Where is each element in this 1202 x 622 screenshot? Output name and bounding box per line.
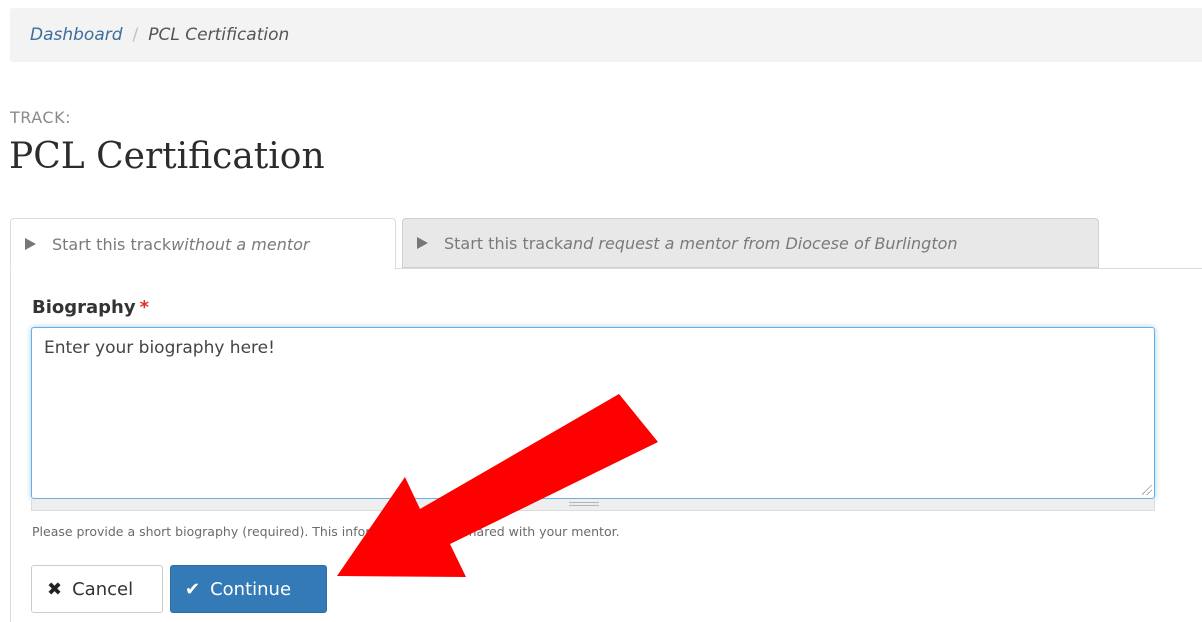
x-icon: ✖ [47,578,63,600]
track-label: TRACK: [10,108,71,127]
play-triangle-icon [25,238,36,250]
required-marker: * [139,297,150,318]
page: Dashboard / PCL Certification TRACK: PCL… [0,0,1202,622]
biography-label-text: Biography [32,297,136,318]
tab-request-mentor-emphasis: and request a mentor from Diocese of Bur… [563,233,958,253]
play-triangle-icon [417,237,428,249]
continue-button[interactable]: ✔ Continue [170,565,327,613]
continue-button-label: Continue [210,578,292,600]
breadcrumb-dashboard-link[interactable]: Dashboard [30,25,123,45]
tab-request-mentor-prefix: Start this track [444,233,564,253]
breadcrumb-current: PCL Certification [148,25,290,45]
tab-panel: Biography * Enter your biography here! Pl… [10,268,1202,622]
tab-request-mentor[interactable]: Start this track and request a mentor fr… [402,218,1099,268]
textarea-resize-handle[interactable] [31,499,1155,511]
page-title: PCL Certification [9,136,325,177]
cancel-button[interactable]: ✖ Cancel [31,565,163,613]
tab-without-mentor-emphasis: without a mentor [171,234,310,254]
biography-label: Biography * [32,297,149,318]
breadcrumb: Dashboard / PCL Certification [10,8,1202,62]
tab-without-mentor-prefix: Start this track [52,234,172,254]
track-start-tabs: Start this track without a mentor Start … [10,218,1099,270]
biography-help-text: Please provide a short biography (requir… [32,524,620,539]
breadcrumb-separator: / [132,25,139,45]
tab-without-mentor[interactable]: Start this track without a mentor [10,218,396,270]
biography-textarea[interactable]: Enter your biography here! [31,327,1155,499]
grip-icon [569,502,599,506]
resize-corner-icon[interactable] [1142,485,1152,495]
cancel-button-label: Cancel [72,578,134,600]
checkmark-icon: ✔ [185,578,201,600]
